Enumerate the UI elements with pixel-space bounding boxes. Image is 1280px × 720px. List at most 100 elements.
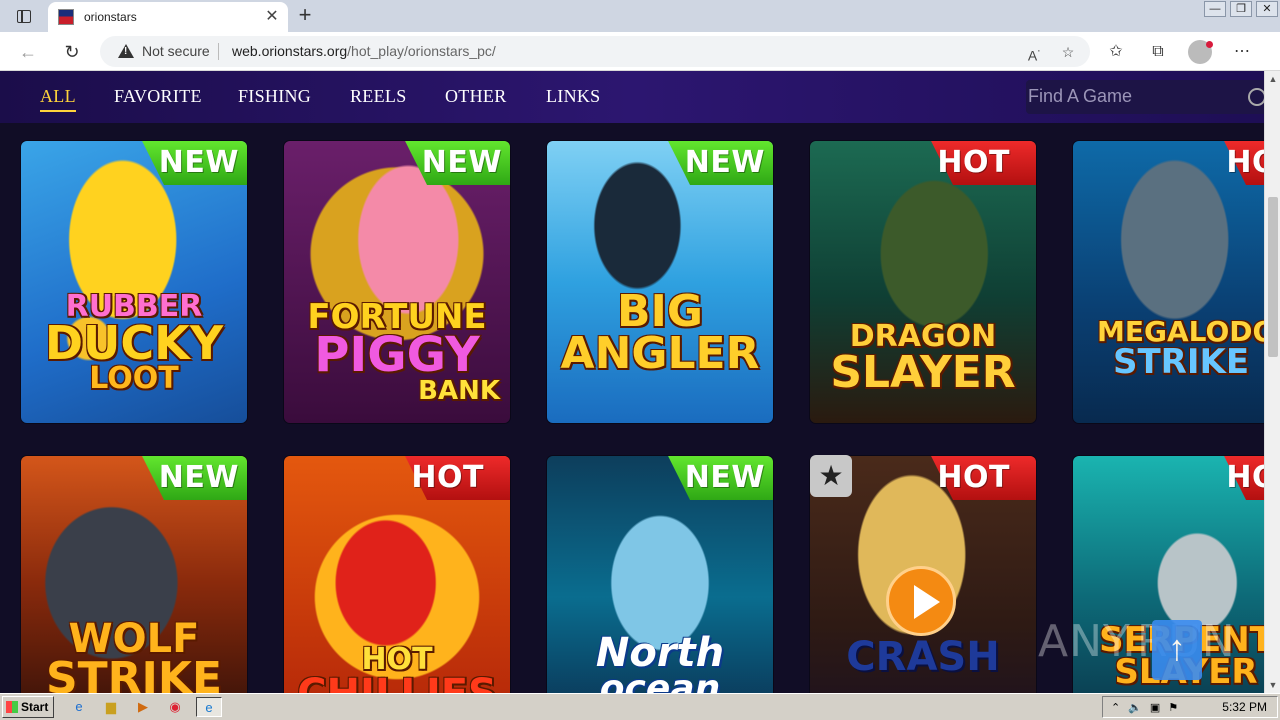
url-host: web.orionstars.org: [232, 43, 348, 59]
edge-icon[interactable]: e: [196, 697, 222, 717]
minimize-button[interactable]: —: [1204, 1, 1226, 17]
browser-tab[interactable]: orionstars ✕: [48, 2, 288, 32]
collections-icon[interactable]: ⧉: [1146, 40, 1170, 64]
new-badge: NEW: [651, 141, 773, 185]
game-card-rubber-ducky-loot[interactable]: RUBBER DUCKY LOOT NEW: [21, 141, 247, 423]
volume-icon[interactable]: 🔈: [1128, 701, 1142, 714]
scroll-to-top-button[interactable]: ↑: [1152, 620, 1202, 680]
browser-tab-strip: orionstars ✕ + — ❐ ✕: [0, 0, 1280, 32]
watermark: ANY.RUN: [1038, 616, 1236, 667]
category-nav: ALL FAVORITE FISHING REELS OTHER LINKS F…: [0, 71, 1264, 123]
search-icon[interactable]: [1248, 88, 1264, 106]
game-logo: BIG ANGLER: [547, 290, 773, 379]
windows-taskbar: Start e ▆ ▶ ◉ e ⌃ 🔈 ▣ ⚑ 5:32 PM: [0, 693, 1280, 720]
game-card-north-ocean[interactable]: North ocean NEW: [547, 456, 773, 693]
maximize-button[interactable]: ❐: [1230, 1, 1252, 17]
reload-icon[interactable]: ↻: [60, 40, 84, 64]
page-scrollbar[interactable]: ▲ ▼: [1264, 71, 1280, 693]
category-tab-fishing[interactable]: FISHING: [238, 86, 311, 107]
hot-badge: HOT: [914, 141, 1036, 185]
url-path: /hot_play/orionstars_pc/: [347, 43, 496, 59]
new-badge: NEW: [651, 456, 773, 500]
game-title-line: North: [595, 630, 725, 676]
game-card-megalodon-strike[interactable]: MEGALODON STRIKE HOT: [1073, 141, 1264, 423]
game-card-dragon-slayer[interactable]: DRAGON SLAYER HOT: [810, 141, 1036, 423]
site-favicon-icon: [58, 9, 74, 25]
game-logo: FORTUNE PIGGY BANK: [284, 300, 510, 404]
game-title-line: SLAYER: [830, 346, 1016, 398]
new-tab-button[interactable]: +: [292, 4, 318, 28]
game-title-line: PIGGY: [314, 327, 480, 384]
start-button[interactable]: Start: [2, 696, 54, 718]
game-logo: North ocean: [547, 630, 773, 693]
game-grid: RUBBER DUCKY LOOT NEW FORTUNE PIGGY BANK…: [0, 123, 1264, 693]
category-tab-links[interactable]: LINKS: [546, 86, 601, 107]
url-input[interactable]: Not secure web.orionstars.org/hot_play/o…: [100, 36, 1090, 67]
security-status[interactable]: Not secure: [142, 43, 210, 59]
window-controls: — ❐ ✕: [1202, 0, 1280, 18]
game-card-wolf-strike[interactable]: WOLF STRIKE NEW: [21, 456, 247, 693]
game-logo: DRAGON SLAYER: [810, 322, 1036, 398]
clock[interactable]: 5:32 PM: [1222, 700, 1267, 714]
browser-toolbar: ✩ ⧉ ⋯: [1104, 40, 1254, 64]
back-arrow-icon[interactable]: ←: [16, 40, 40, 64]
game-title-line: STRIKE: [1113, 341, 1250, 382]
ie-icon[interactable]: e: [68, 697, 90, 717]
game-logo: RUBBER DUCKY LOOT: [21, 292, 247, 394]
folder-icon[interactable]: ▆: [100, 697, 122, 717]
address-bar-row: ← ↻ Not secure web.orionstars.org/hot_pl…: [0, 32, 1280, 71]
game-card-fortune-piggy-bank[interactable]: FORTUNE PIGGY BANK NEW: [284, 141, 510, 423]
omnibox-actions: Aᐧ ☆: [1024, 42, 1078, 64]
game-title-line: CRASH: [846, 634, 1000, 680]
game-title-line: ocean: [599, 668, 721, 693]
game-logo: WOLF STRIKE: [21, 619, 247, 693]
game-title-line: STRIKE: [45, 653, 223, 693]
tray-expand-icon[interactable]: ⌃: [1111, 701, 1120, 714]
url-text[interactable]: web.orionstars.org/hot_play/orionstars_p…: [232, 43, 496, 59]
tab-actions-icon[interactable]: [8, 4, 40, 28]
profile-avatar-icon[interactable]: [1188, 40, 1213, 64]
omnibox-divider: [218, 43, 219, 60]
category-tab-reels[interactable]: REELS: [350, 86, 407, 107]
hot-badge: HOT: [1207, 141, 1264, 185]
tab-close-icon[interactable]: ✕: [262, 7, 282, 27]
play-icon[interactable]: [886, 566, 956, 636]
scroll-up-arrow-icon[interactable]: ▲: [1265, 71, 1280, 87]
tab-title: orionstars: [84, 10, 137, 24]
read-aloud-icon[interactable]: Aᐧ: [1024, 42, 1044, 64]
new-badge: NEW: [125, 141, 247, 185]
hot-badge: HOT: [1207, 456, 1264, 500]
game-logo: MEGALODON STRIKE: [1073, 318, 1264, 382]
media-player-icon[interactable]: ▶: [132, 697, 154, 717]
hot-badge: HOT: [388, 456, 510, 500]
scroll-thumb[interactable]: [1268, 197, 1278, 357]
search-placeholder: Find A Game: [1028, 86, 1133, 106]
new-badge: NEW: [388, 141, 510, 185]
category-tab-all[interactable]: ALL: [40, 86, 76, 112]
game-title-line: DUCKY: [44, 315, 224, 370]
warning-icon[interactable]: [118, 44, 134, 58]
game-card-hot-chillies[interactable]: HOT CHILLIES HOT: [284, 456, 510, 693]
more-menu-icon[interactable]: ⋯: [1230, 40, 1254, 64]
game-card-big-angler[interactable]: BIG ANGLER NEW: [547, 141, 773, 423]
category-tab-favorite[interactable]: FAVORITE: [114, 86, 202, 107]
add-favorite-icon[interactable]: ☆: [1058, 42, 1078, 62]
favorite-star-icon[interactable]: ★: [810, 455, 852, 497]
scroll-down-arrow-icon[interactable]: ▼: [1265, 677, 1280, 693]
hot-badge: HOT: [914, 456, 1036, 500]
category-tab-other[interactable]: OTHER: [445, 86, 507, 107]
game-lobby-page: ALL FAVORITE FISHING REELS OTHER LINKS F…: [0, 71, 1264, 693]
game-title-line: ANGLER: [560, 327, 760, 379]
chrome-icon[interactable]: ◉: [164, 697, 186, 717]
game-logo: HOT CHILLIES: [284, 645, 510, 694]
network-icon[interactable]: ▣: [1150, 701, 1160, 714]
system-tray: ⌃ 🔈 ▣ ⚑ 5:32 PM: [1102, 696, 1278, 718]
game-logo: CRASH: [810, 634, 1036, 680]
new-badge: NEW: [125, 456, 247, 500]
flag-icon[interactable]: ⚑: [1168, 701, 1178, 714]
quick-launch: e ▆ ▶ ◉ e: [68, 697, 222, 717]
favorites-icon[interactable]: ✩: [1104, 40, 1128, 64]
game-search-input[interactable]: Find A Game: [1026, 80, 1264, 114]
game-title-line: CHILLIES: [284, 674, 510, 694]
close-window-button[interactable]: ✕: [1256, 1, 1278, 17]
